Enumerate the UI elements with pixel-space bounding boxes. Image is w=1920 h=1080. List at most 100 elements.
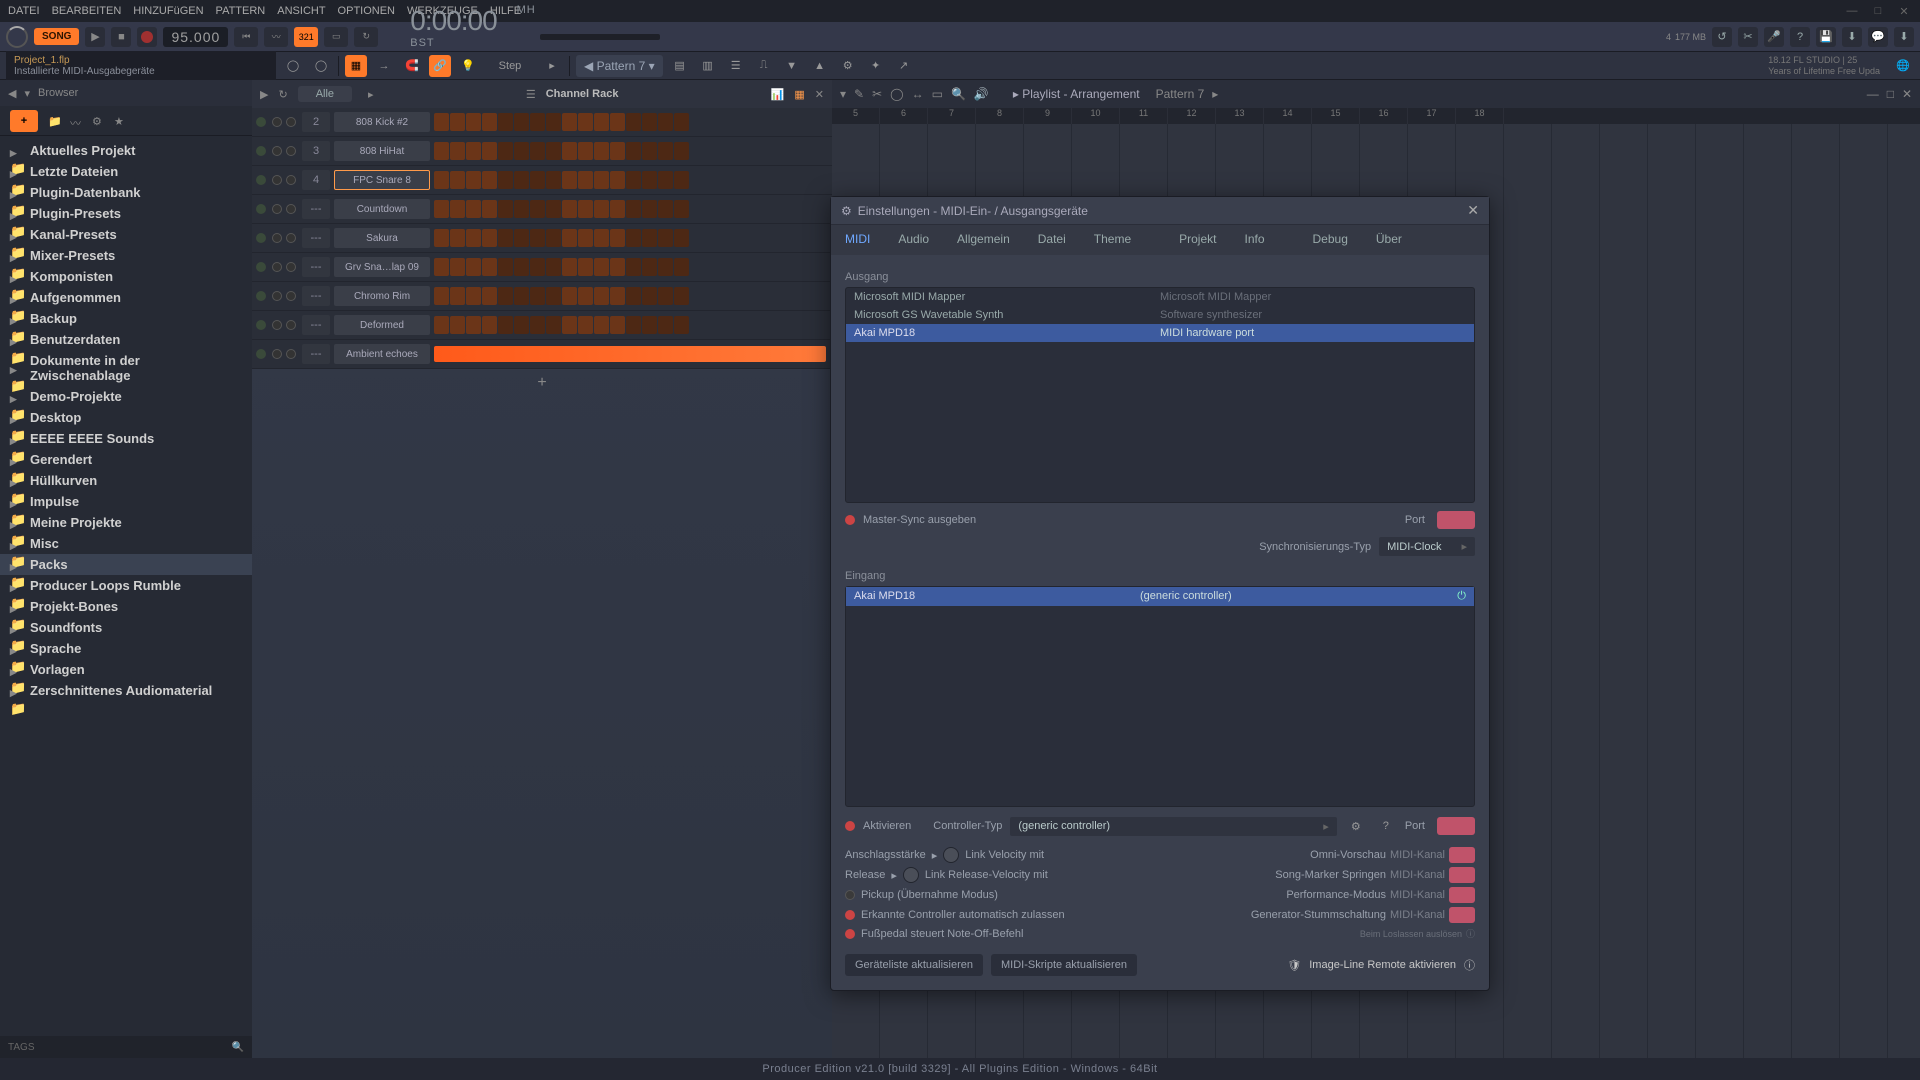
velocity-knob[interactable] bbox=[943, 847, 959, 863]
channel-name-button[interactable]: FPC Snare 8 bbox=[334, 170, 430, 190]
globe-icon[interactable]: 🌐 bbox=[1892, 55, 1914, 77]
input-device-list[interactable]: Akai MPD18(generic controller)⏻ bbox=[845, 586, 1475, 807]
channel-row[interactable]: ---Grv Sna…lap 09 bbox=[252, 253, 832, 282]
channel-solo[interactable] bbox=[286, 204, 296, 214]
stop-button[interactable]: ■ bbox=[111, 27, 131, 47]
channel-led[interactable] bbox=[256, 204, 266, 214]
settings-tab[interactable]: Datei bbox=[1024, 225, 1080, 255]
undo-history-icon[interactable]: ↺ bbox=[1712, 27, 1732, 47]
browser-item[interactable]: ▸📁Packs bbox=[0, 554, 252, 575]
channel-mixer-track[interactable]: --- bbox=[302, 315, 330, 335]
browser-item[interactable]: ▸📁Benutzerdaten bbox=[0, 329, 252, 350]
channel-name-button[interactable]: 808 Kick #2 bbox=[334, 112, 430, 132]
pl-tool5-icon[interactable]: ▭ bbox=[932, 87, 943, 101]
controller-help-icon[interactable]: ? bbox=[1375, 815, 1397, 837]
help-icon[interactable]: ? bbox=[1790, 27, 1810, 47]
download-icon[interactable]: ⬇ bbox=[1894, 27, 1914, 47]
step-arrow-icon[interactable]: ▸ bbox=[541, 55, 563, 77]
pattern-mode-icon[interactable]: ▦ bbox=[345, 55, 367, 77]
channel-name-button[interactable]: Chromo Rim bbox=[334, 286, 430, 306]
channel-led[interactable] bbox=[256, 233, 266, 243]
browser-item[interactable]: ▸📁Komponisten bbox=[0, 266, 252, 287]
browser-item[interactable]: ▸📁Meine Projekte bbox=[0, 512, 252, 533]
pl-tool-icon[interactable]: ✎ bbox=[854, 87, 864, 101]
browser-item[interactable]: ▸📁Plugin-Presets bbox=[0, 203, 252, 224]
record-button[interactable] bbox=[137, 27, 157, 47]
link-release-label[interactable]: Link Release-Velocity mit bbox=[925, 869, 1048, 881]
channel-name-button[interactable]: Sakura bbox=[334, 228, 430, 248]
channel-row[interactable]: 3808 HiHat bbox=[252, 137, 832, 166]
chan-graph-icon[interactable]: 📊 bbox=[771, 88, 785, 101]
save-icon[interactable]: 💾 bbox=[1816, 27, 1836, 47]
browser-back-icon[interactable]: ◀ bbox=[8, 87, 16, 100]
output-device-row[interactable]: Microsoft GS Wavetable SynthSoftware syn… bbox=[846, 306, 1474, 324]
channel-solo[interactable] bbox=[286, 175, 296, 185]
grid-snap-button[interactable]: 321 bbox=[294, 27, 318, 47]
auto-accept-label[interactable]: Erkannte Controller automatisch zulassen bbox=[861, 909, 1065, 921]
channel-solo[interactable] bbox=[286, 146, 296, 156]
sync-type-dropdown[interactable]: MIDI-Clock▸ bbox=[1379, 537, 1475, 556]
pickup-label[interactable]: Pickup (Übernahme Modus) bbox=[861, 889, 998, 901]
browser-item[interactable]: ▸📁Soundfonts bbox=[0, 617, 252, 638]
settings-tab[interactable]: Info bbox=[1230, 225, 1278, 255]
menu-file[interactable]: DATEI bbox=[4, 3, 44, 19]
browser-folder-icon[interactable]: 📁 bbox=[48, 115, 60, 127]
browser-item[interactable]: ▸📁Backup bbox=[0, 308, 252, 329]
light-icon[interactable]: 💡 bbox=[457, 55, 479, 77]
channel-row[interactable]: ---Sakura bbox=[252, 224, 832, 253]
channel-solo[interactable] bbox=[286, 349, 296, 359]
mic-icon[interactable]: 🎤 bbox=[1764, 27, 1784, 47]
chan-loop-icon[interactable]: ↻ bbox=[278, 88, 287, 101]
tool-1-icon[interactable]: ▼ bbox=[781, 55, 803, 77]
activate-led[interactable] bbox=[845, 821, 855, 831]
browser-item[interactable]: ▸📁Letzte Dateien bbox=[0, 161, 252, 182]
pl-tool6-icon[interactable]: 🔍 bbox=[951, 87, 966, 101]
channel-solo[interactable] bbox=[286, 233, 296, 243]
settings-tab[interactable]: Projekt bbox=[1165, 225, 1230, 255]
browser-item[interactable]: ▸📁Desktop bbox=[0, 407, 252, 428]
gen-mute-channel-box[interactable] bbox=[1449, 907, 1475, 923]
browser-item[interactable]: ▸📁Sprache bbox=[0, 638, 252, 659]
channel-mixer-track[interactable]: --- bbox=[302, 344, 330, 364]
mixer-icon[interactable]: ☰ bbox=[725, 55, 747, 77]
foot-pedal-label[interactable]: Fußpedal steuert Note-Off-Befehl bbox=[861, 928, 1023, 940]
channel-mute[interactable] bbox=[272, 117, 282, 127]
channel-mute[interactable] bbox=[272, 175, 282, 185]
browser-item[interactable]: ▸📁Demo-Projekte bbox=[0, 386, 252, 407]
output-device-row[interactable]: Microsoft MIDI MapperMicrosoft MIDI Mapp… bbox=[846, 288, 1474, 306]
channel-mute[interactable] bbox=[272, 291, 282, 301]
settings-tab[interactable]: MIDI bbox=[831, 225, 884, 255]
link-velocity-label[interactable]: Link Velocity mit bbox=[965, 849, 1044, 861]
browser-item[interactable]: ▸📁Projekt-Bones bbox=[0, 596, 252, 617]
settings-tab[interactable]: Allgemein bbox=[943, 225, 1024, 255]
input-device-row[interactable]: Akai MPD18(generic controller)⏻ bbox=[846, 587, 1474, 606]
channel-led[interactable] bbox=[256, 175, 266, 185]
channel-mute[interactable] bbox=[272, 146, 282, 156]
channel-mixer-track[interactable]: 2 bbox=[302, 112, 330, 132]
step-mode-label[interactable]: Step bbox=[485, 55, 535, 77]
channel-led[interactable] bbox=[256, 117, 266, 127]
release-trigger-label[interactable]: Beim Loslassen auslösen bbox=[1360, 929, 1462, 939]
channel-row[interactable]: ---Deformed bbox=[252, 311, 832, 340]
browser-item[interactable]: ▸📁Impulse bbox=[0, 491, 252, 512]
tool-4-icon[interactable]: ✦ bbox=[865, 55, 887, 77]
refresh-devices-button[interactable]: Geräteliste aktualisieren bbox=[845, 954, 983, 976]
playlist-icon[interactable]: ▤ bbox=[669, 55, 691, 77]
link-icon[interactable]: 🔗 bbox=[429, 55, 451, 77]
menu-options[interactable]: OPTIONEN bbox=[334, 3, 399, 19]
channel-mixer-track[interactable]: 4 bbox=[302, 170, 330, 190]
arrow-right-icon[interactable]: → bbox=[373, 55, 395, 77]
browser-item[interactable]: ▸📁Dokumente in der Zwischenablage bbox=[0, 350, 252, 386]
browser-tree[interactable]: ▸📁Aktuelles Projekt▸📁Letzte Dateien▸📁Plu… bbox=[0, 136, 252, 1036]
tool-3-icon[interactable]: ⚙ bbox=[837, 55, 859, 77]
browser-item[interactable]: ▸📁Gerendert bbox=[0, 449, 252, 470]
magnet-icon[interactable]: 🧲 bbox=[401, 55, 423, 77]
pl-close-icon[interactable]: ✕ bbox=[1902, 87, 1912, 101]
pl-tool2-icon[interactable]: ✂ bbox=[872, 87, 882, 101]
browser-item[interactable]: ▸📁EEEE EEEE Sounds bbox=[0, 428, 252, 449]
settings-tab[interactable]: Theme bbox=[1080, 225, 1145, 255]
browser-item[interactable]: ▸📁Vorlagen bbox=[0, 659, 252, 680]
pl-min-icon[interactable]: — bbox=[1867, 87, 1879, 101]
channel-mixer-track[interactable]: --- bbox=[302, 228, 330, 248]
omni-channel-box[interactable] bbox=[1449, 847, 1475, 863]
